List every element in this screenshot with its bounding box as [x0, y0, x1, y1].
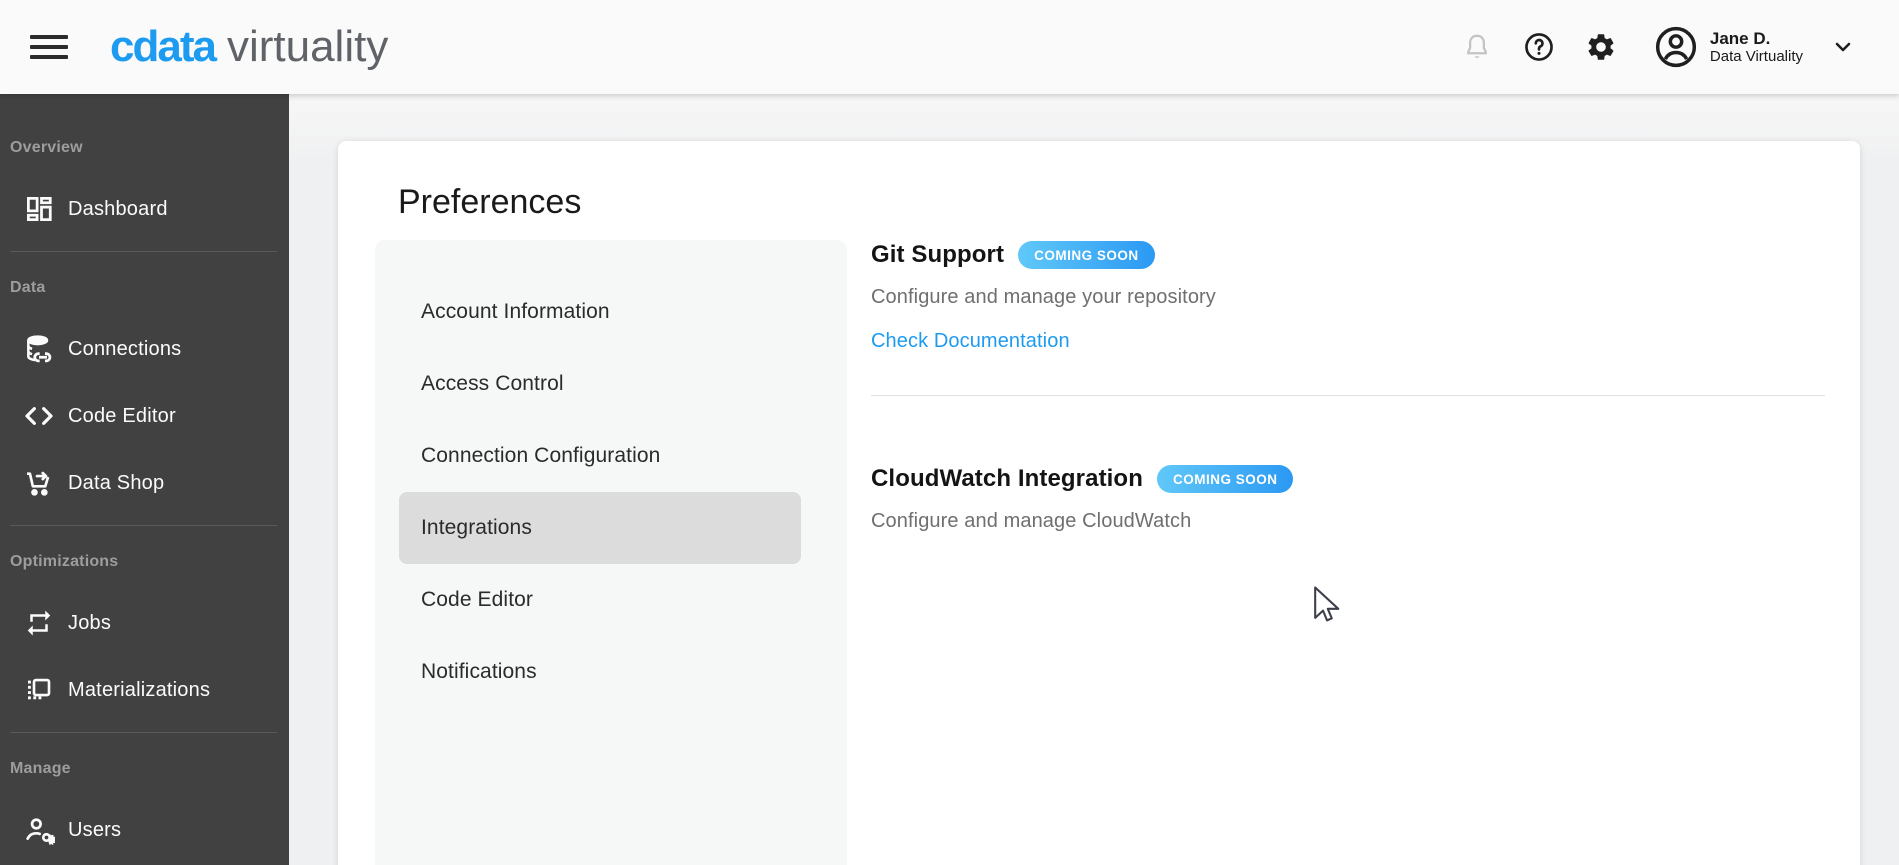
sidebar-item-label: Data Shop [68, 471, 165, 494]
main-area: Preferences Account Information Access C… [289, 94, 1899, 865]
sidebar-divider [10, 732, 277, 733]
sidebar-item-label: Jobs [68, 611, 112, 634]
cart-icon [22, 466, 56, 500]
sidebar-item-label: Code Editor [68, 404, 176, 427]
user-menu[interactable]: Jane D. Data Virtuality [1654, 25, 1855, 69]
cloudwatch-heading-row: CloudWatch Integration COMING SOON [871, 465, 1825, 493]
pref-nav-access-control[interactable]: Access Control [375, 348, 847, 420]
database-link-icon [22, 332, 56, 366]
pref-nav-integrations[interactable]: Integrations [399, 492, 801, 564]
logo-virtuality: virtuality [226, 22, 389, 71]
sidebar: Overview Dashboard Data Connections Code [0, 94, 289, 865]
avatar [1655, 26, 1696, 68]
preferences-card: Preferences Account Information Access C… [338, 141, 1860, 865]
repeat-icon [22, 606, 56, 640]
sidebar-item-label: Dashboard [68, 197, 168, 220]
git-support-description: Configure and manage your repository [871, 286, 1216, 308]
settings-gear-icon[interactable] [1578, 24, 1624, 70]
code-icon [22, 399, 56, 433]
sidebar-section-data: Data [10, 279, 46, 296]
sidebar-item-dashboard[interactable]: Dashboard [0, 184, 289, 234]
git-support-title: Git Support [871, 241, 1005, 268]
sidebar-item-materializations[interactable]: Materializations [0, 665, 289, 715]
coming-soon-badge: COMING SOON [1018, 241, 1155, 269]
cloudwatch-title: CloudWatch Integration [871, 465, 1143, 492]
header-actions: Jane D. Data Virtuality [1438, 24, 1855, 70]
sidebar-item-label: Connections [68, 337, 182, 360]
app-header: cdata virtuality Jane D. Data Virtuality [0, 0, 1899, 94]
sidebar-section-overview: Overview [10, 139, 83, 156]
pref-nav-connection-configuration[interactable]: Connection Configuration [375, 420, 847, 492]
section-divider [871, 395, 1825, 396]
pref-nav-code-editor[interactable]: Code Editor [375, 564, 847, 636]
check-documentation-link[interactable]: Check Documentation [871, 330, 1070, 353]
user-info: Jane D. Data Virtuality [1710, 29, 1803, 66]
sidebar-item-label: Users [68, 818, 122, 841]
preferences-nav: Account Information Access Control Conne… [375, 240, 847, 865]
sidebar-divider [10, 525, 277, 526]
sidebar-item-label: Materializations [68, 678, 211, 701]
app-logo: cdata virtuality [110, 22, 388, 72]
user-gear-icon [22, 813, 56, 847]
pref-nav-account-information[interactable]: Account Information [375, 276, 847, 348]
git-support-heading-row: Git Support COMING SOON [871, 241, 1825, 269]
sidebar-item-connections[interactable]: Connections [0, 324, 289, 374]
sidebar-item-data-shop[interactable]: Data Shop [0, 458, 289, 508]
integrations-content: Git Support COMING SOON Configure and ma… [871, 241, 1825, 533]
sidebar-section-manage: Manage [10, 760, 71, 777]
page-title: Preferences [398, 183, 582, 221]
sidebar-item-users[interactable]: Users [0, 805, 289, 855]
logo-cdata: cdata [110, 22, 217, 71]
sidebar-item-jobs[interactable]: Jobs [0, 598, 289, 648]
user-name: Jane D. [1709, 28, 1771, 48]
sidebar-item-code-editor[interactable]: Code Editor [0, 391, 289, 441]
materialize-icon [22, 673, 56, 707]
pref-nav-notifications[interactable]: Notifications [375, 636, 847, 708]
cloudwatch-description: Configure and manage CloudWatch [871, 510, 1192, 532]
help-icon[interactable] [1516, 24, 1562, 70]
chevron-down-icon[interactable] [1831, 35, 1855, 59]
notifications-bell-icon[interactable] [1454, 24, 1500, 70]
coming-soon-badge: COMING SOON [1156, 465, 1294, 493]
dashboard-icon [22, 192, 56, 226]
sidebar-section-optimizations: Optimizations [10, 553, 119, 570]
user-org: Data Virtuality [1709, 48, 1803, 66]
sidebar-divider [10, 251, 277, 252]
menu-icon[interactable] [30, 33, 68, 61]
